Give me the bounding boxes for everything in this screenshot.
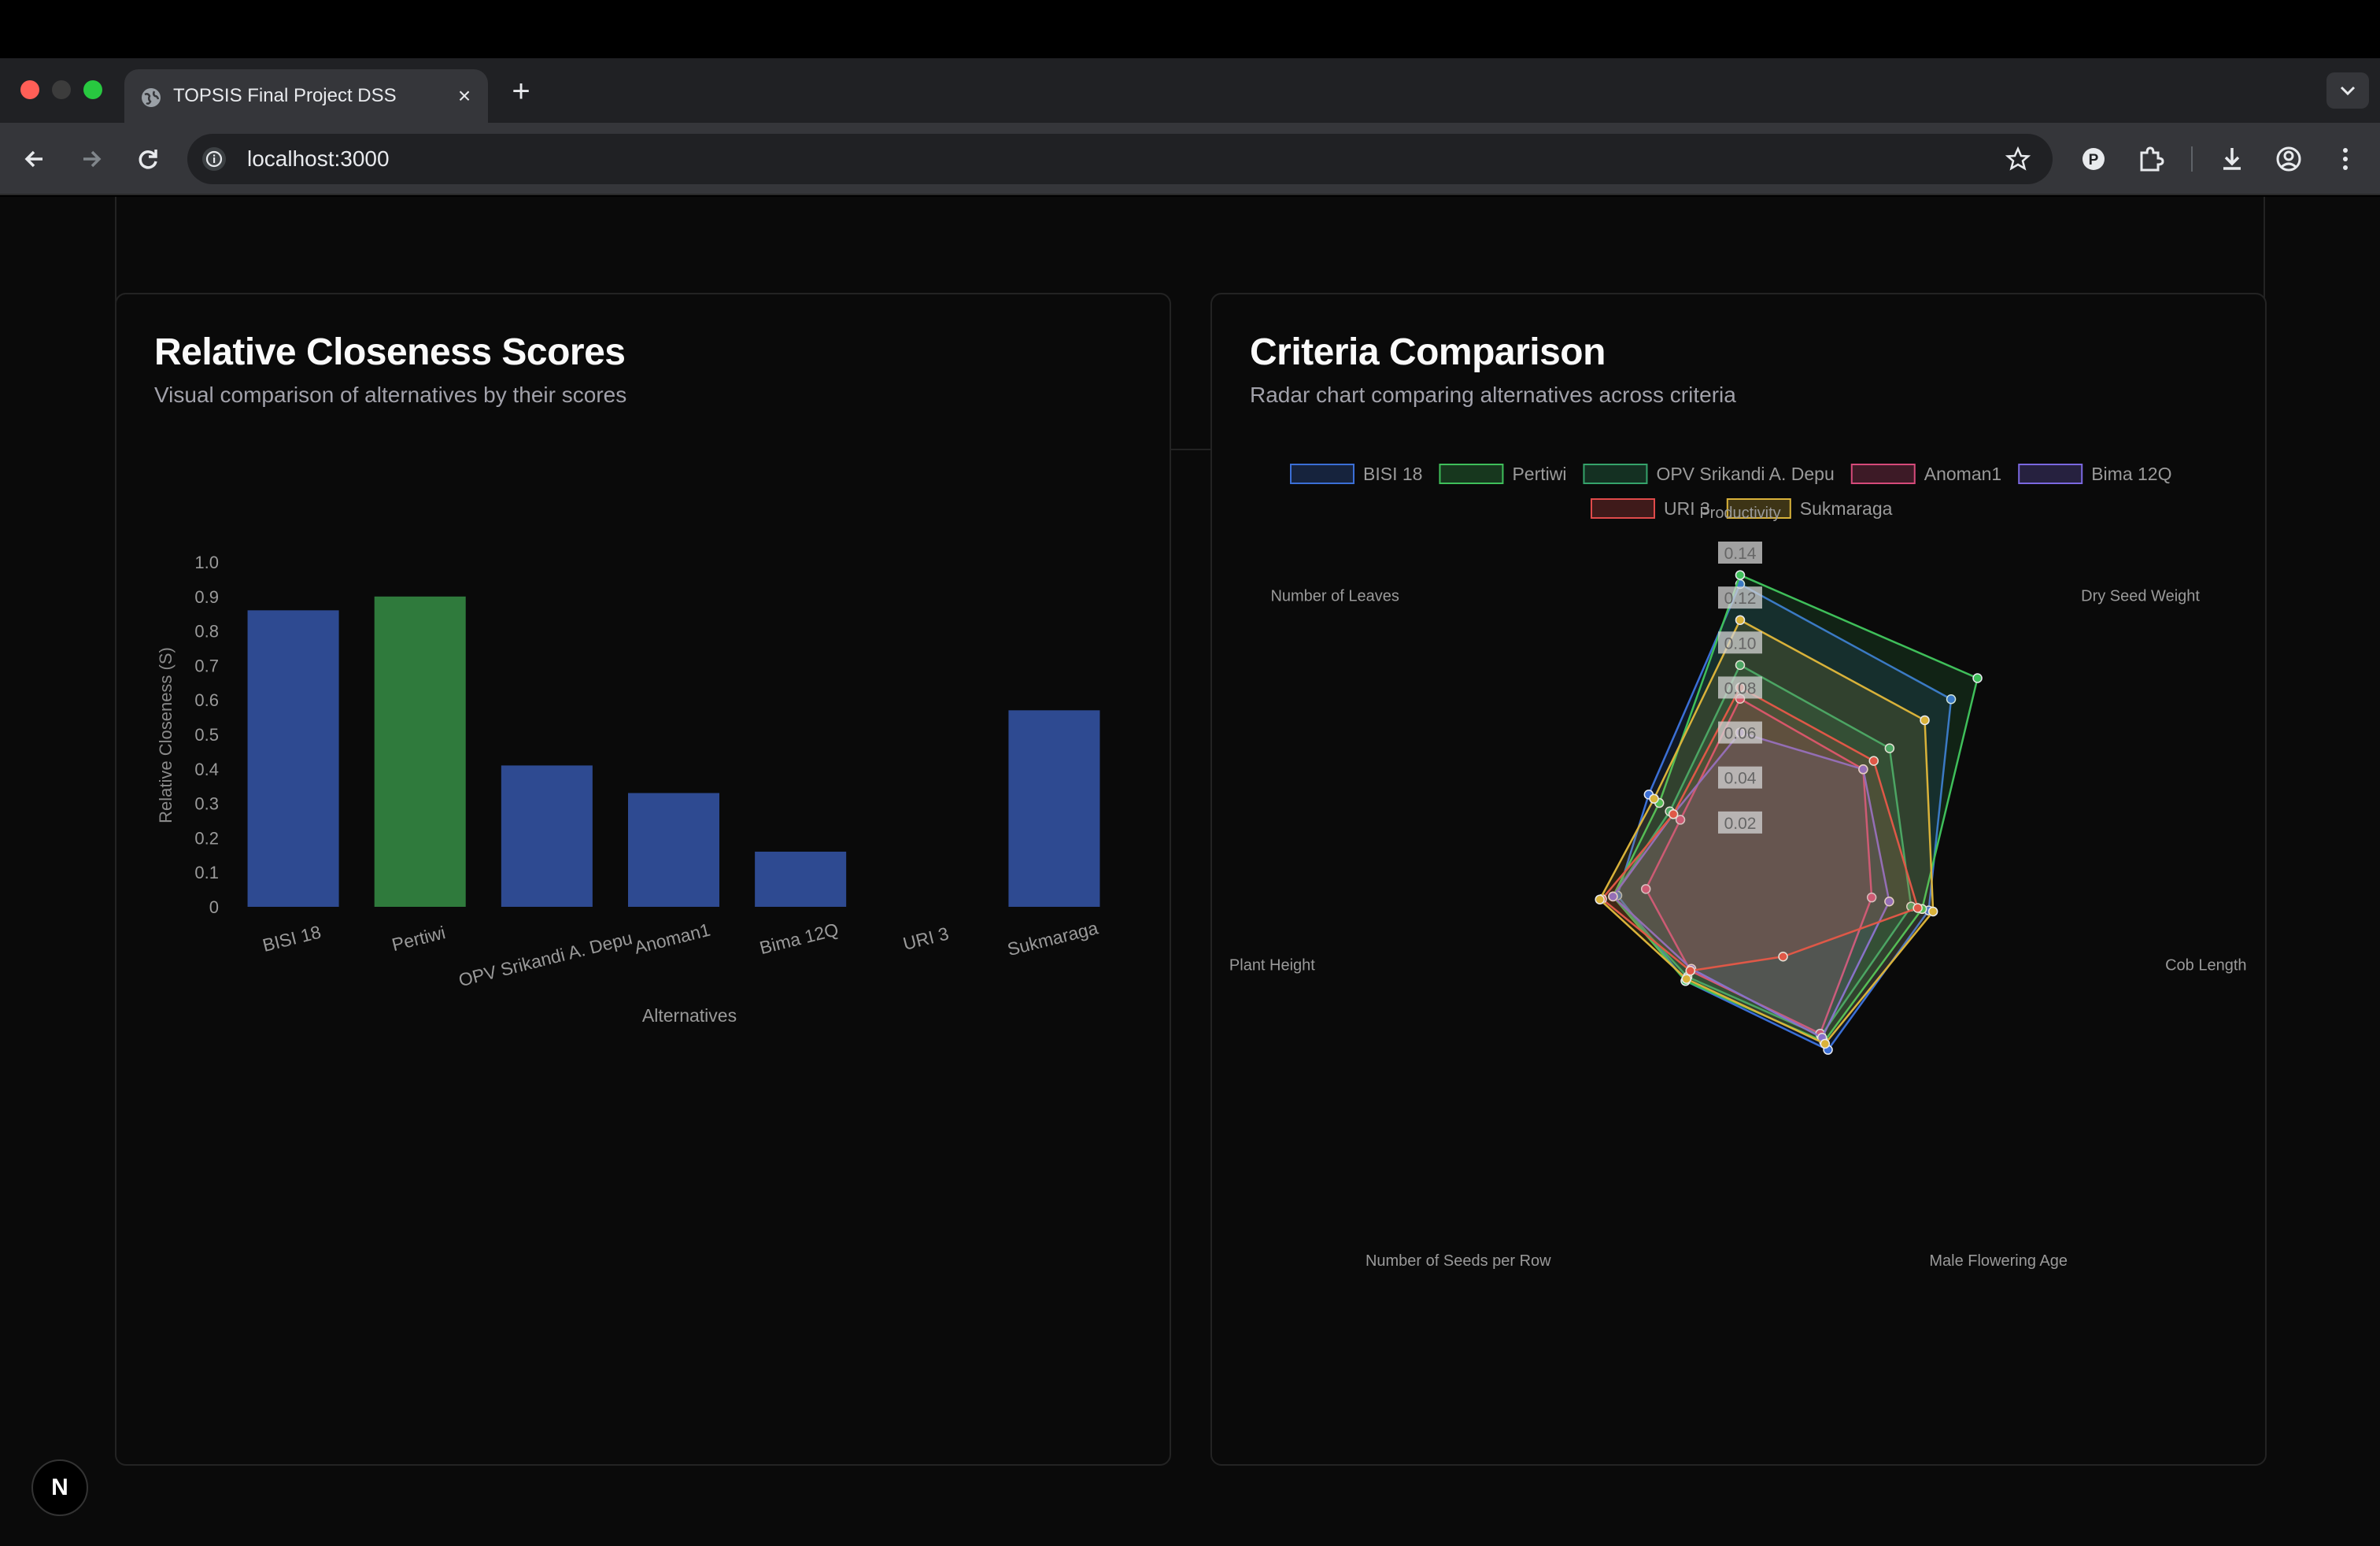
- radar-point: [1820, 1038, 1831, 1049]
- y-tick-label: 0.9: [194, 587, 219, 607]
- x-tick-label: Sukmaraga: [1005, 917, 1100, 960]
- svg-text:P: P: [2089, 152, 2099, 168]
- x-tick-label: Bima 12Q: [757, 919, 841, 958]
- legend-swatch: [1583, 464, 1648, 484]
- radial-tick-label: 0.10: [1724, 634, 1757, 653]
- bar-bisi-18: [247, 610, 339, 907]
- tab-search-button[interactable]: [2326, 72, 2369, 109]
- relative-closeness-card: Relative Closeness Scores Visual compari…: [115, 293, 1171, 1466]
- tab-strip: TOPSIS Final Project DSS × +: [0, 58, 2380, 124]
- legend-swatch: [1850, 464, 1916, 484]
- close-tab-icon[interactable]: ×: [450, 82, 479, 110]
- legend-label: Pertiwi: [1512, 464, 1566, 484]
- y-tick-label: 0.5: [194, 725, 219, 745]
- y-tick-label: 0.7: [194, 656, 219, 675]
- more-menu-icon[interactable]: [2323, 137, 2367, 181]
- radar-chart: BISI 18 Pertiwi OPV Srikandi A. Depu Anoman…: [1229, 464, 2247, 1270]
- legend-swatch: [1591, 498, 1655, 519]
- y-tick-label: 0.1: [194, 863, 219, 882]
- tab-title: TOPSIS Final Project DSS: [173, 85, 397, 106]
- radar-point: [1735, 570, 1746, 580]
- bar-anoman1: [627, 793, 720, 907]
- y-tick-label: 0: [209, 897, 219, 917]
- chevron-down-icon: [2340, 86, 2356, 96]
- bar-chart: 0 0.1 0.2 0.3 0.4 0.5 0.6 0.7 0.8 0.9 1.0 Relative …: [156, 553, 1100, 1026]
- radar-point: [1920, 715, 1930, 726]
- toolbar-divider: [2191, 146, 2193, 172]
- y-tick-label: 0.2: [194, 828, 219, 848]
- y-tick-label: 0.6: [194, 690, 219, 710]
- bar-opv-srikandi-a-depu: [501, 765, 593, 907]
- radial-tick-label: 0.02: [1724, 815, 1757, 833]
- legend-label: BISI 18: [1363, 464, 1422, 484]
- legend-label: Anoman1: [1924, 464, 2001, 484]
- criteria-comparison-card: Criteria Comparison Radar chart comparin…: [1210, 293, 2267, 1466]
- radar-axis-label: Plant Height: [1229, 956, 1315, 974]
- x-tick-label: URI 3: [901, 923, 951, 954]
- profile-icon[interactable]: [2267, 137, 2311, 181]
- forward-icon[interactable]: [69, 137, 113, 181]
- radial-tick-label: 0.04: [1724, 770, 1757, 788]
- globe-icon: [142, 88, 161, 107]
- y-tick-label: 0.8: [194, 622, 219, 642]
- address-bar[interactable]: localhost:3000: [187, 134, 2053, 184]
- nextjs-dev-badge[interactable]: N: [31, 1459, 88, 1516]
- extension-p-icon[interactable]: P: [2071, 137, 2116, 181]
- x-tick-label: BISI 18: [261, 921, 323, 955]
- extensions-puzzle-icon[interactable]: [2128, 137, 2172, 181]
- y-axis-label: Relative Closeness (S): [156, 647, 176, 823]
- radar-point: [1681, 974, 1692, 984]
- bar-pertiwi: [374, 596, 466, 907]
- legend-swatch: [2018, 464, 2083, 484]
- minimize-window-button[interactable]: [52, 80, 71, 99]
- radar-axis-label: Dry Seed Weight: [2081, 588, 2200, 605]
- radial-tick-label: 0.08: [1724, 679, 1757, 697]
- bar-bima-12q: [755, 851, 847, 907]
- y-tick-label: 1.0: [194, 553, 219, 572]
- url-text: localhost:3000: [247, 146, 390, 171]
- legend-swatch: [1439, 464, 1504, 484]
- radial-tick-label: 0.06: [1724, 725, 1757, 743]
- radar-point: [1649, 793, 1659, 804]
- legend-label: Bima 12Q: [2091, 464, 2171, 484]
- bookmark-star-icon[interactable]: [2004, 145, 2032, 173]
- page-content: Relative Closeness Scores Visual compari…: [0, 197, 2380, 1546]
- browser-toolbar: localhost:3000 P: [0, 123, 2380, 195]
- x-tick-label: Anoman1: [632, 919, 712, 958]
- download-icon[interactable]: [2210, 137, 2254, 181]
- radar-axis-label: Number of Leaves: [1270, 588, 1399, 605]
- radar-point: [1735, 615, 1746, 625]
- bar-sukmaraga: [1008, 710, 1100, 907]
- x-tick-label: OPV Srikandi A. Depu: [456, 927, 634, 990]
- y-tick-label: 0.3: [194, 794, 219, 814]
- back-icon[interactable]: [13, 137, 57, 181]
- tab-topsis[interactable]: TOPSIS Final Project DSS ×: [124, 69, 488, 124]
- radial-tick-label: 0.14: [1724, 545, 1757, 563]
- x-tick-label: Pertiwi: [390, 922, 447, 955]
- radar-axis-label: Productivity: [1699, 505, 1780, 522]
- x-axis-label: Alternatives: [642, 1005, 737, 1026]
- maximize-window-button[interactable]: [83, 80, 102, 99]
- radial-tick-label: 0.12: [1724, 590, 1757, 608]
- legend-label: Sukmaraga: [1800, 498, 1893, 519]
- legend-label: OPV Srikandi A. Depu: [1656, 464, 1834, 484]
- radar-point: [1972, 673, 1983, 683]
- radar-axis-label: Number of Seeds per Row: [1366, 1252, 1551, 1270]
- radar-point: [1595, 894, 1605, 904]
- close-window-button[interactable]: [20, 80, 39, 99]
- radar-point: [1927, 906, 1938, 917]
- new-tab-button[interactable]: +: [504, 74, 538, 109]
- radar-axis-label: Cob Length: [2165, 956, 2246, 974]
- legend-swatch: [1290, 464, 1354, 484]
- site-info-icon[interactable]: [200, 145, 228, 173]
- y-tick-label: 0.4: [194, 760, 219, 779]
- title-bar: [0, 0, 2380, 58]
- radar-axis-label: Male Flowering Age: [1929, 1252, 2068, 1270]
- reload-icon[interactable]: [126, 137, 170, 181]
